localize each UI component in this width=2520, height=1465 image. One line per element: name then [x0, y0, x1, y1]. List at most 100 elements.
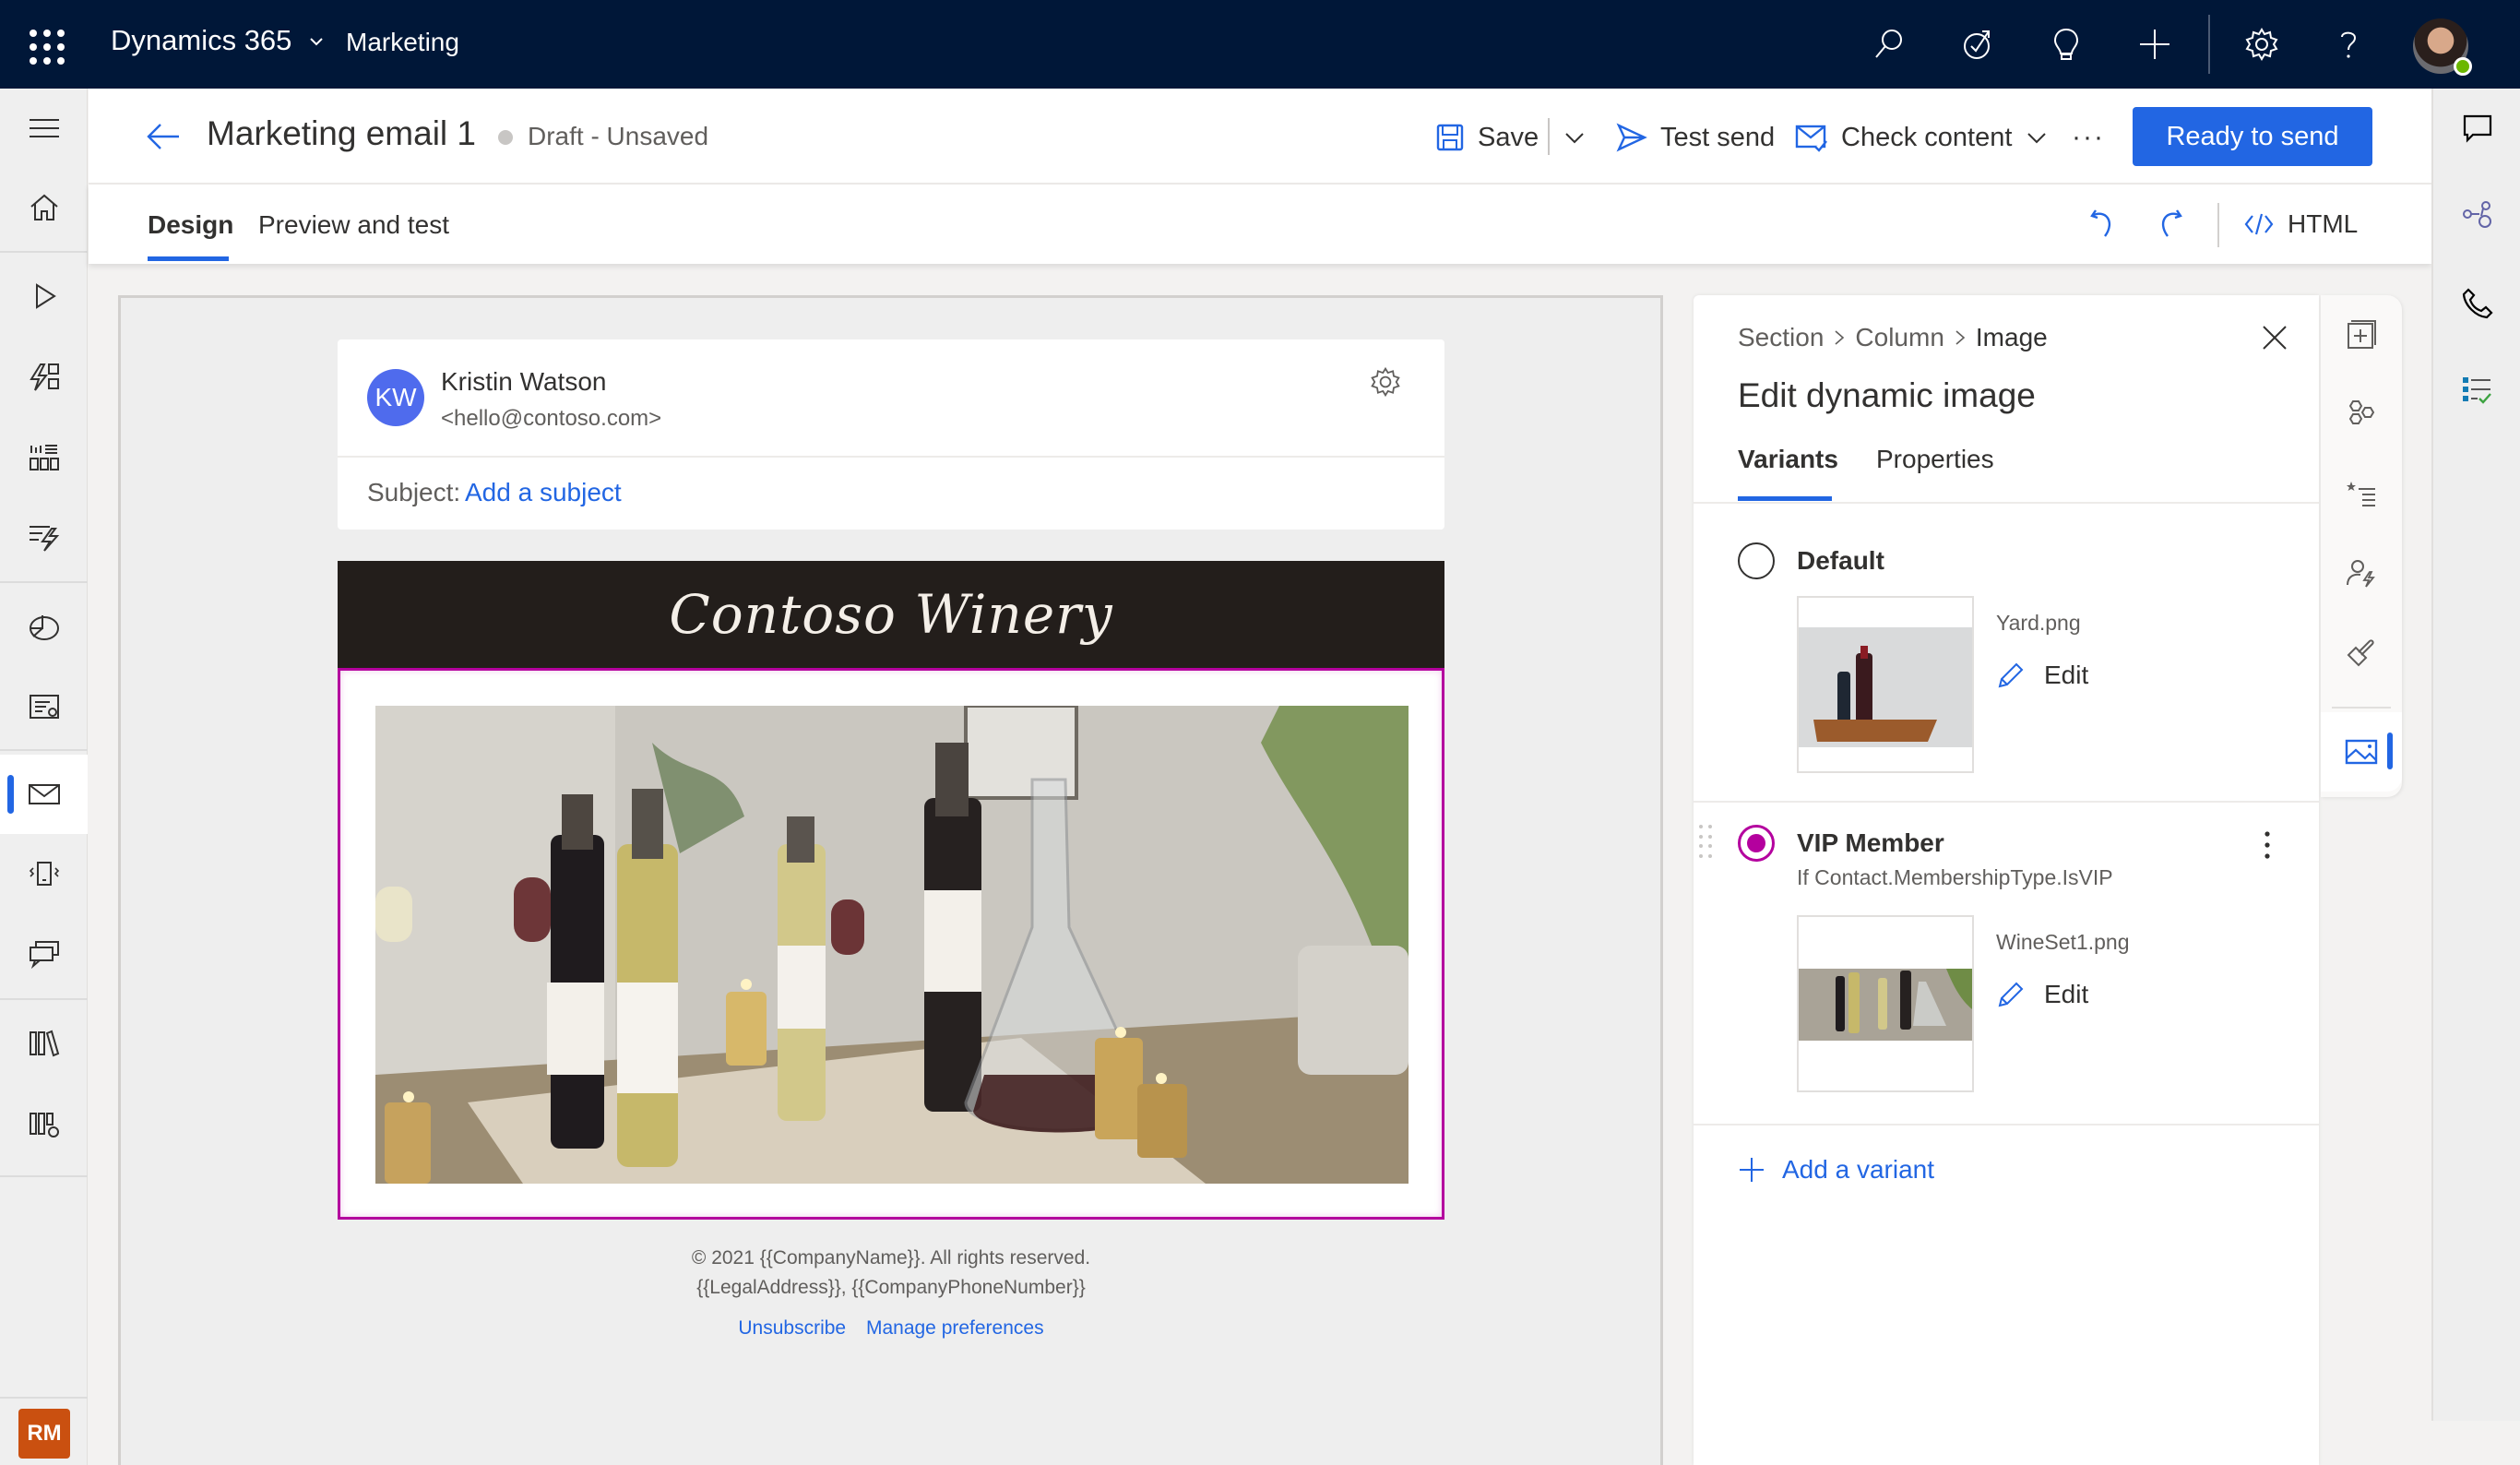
more-options-icon[interactable] [2256, 827, 2278, 864]
nav-emails[interactable] [0, 755, 88, 834]
connections-icon [2463, 201, 2491, 228]
html-view-button[interactable]: HTML [2243, 203, 2358, 245]
variant-thumbnail[interactable] [1797, 596, 1974, 773]
rail-styles[interactable] [2321, 613, 2402, 692]
redo-icon[interactable] [2151, 205, 2188, 242]
save-options-button[interactable] [1563, 114, 1587, 161]
library-icon [29, 1030, 59, 1057]
settings-icon[interactable] [1369, 365, 1402, 399]
plus-icon[interactable] [2133, 22, 2177, 66]
variant-edit-button[interactable]: Edit [1996, 661, 2088, 690]
chevron-right-icon [1835, 330, 1845, 345]
close-icon[interactable] [2258, 321, 2291, 354]
sender-avatar: KW [367, 369, 424, 426]
divider [1694, 1124, 2319, 1126]
test-send-button[interactable]: Test send [1616, 114, 1775, 161]
breadcrumb-section[interactable]: Section [1738, 323, 1824, 352]
back-arrow-icon[interactable] [144, 116, 184, 157]
play-icon [35, 283, 56, 309]
save-button[interactable]: Save [1435, 114, 1539, 161]
record-status: Draft - Unsaved [528, 122, 709, 150]
tab-design[interactable]: Design [148, 210, 233, 240]
email-header-card: KW Kristin Watson <hello@contoso.com> Su… [338, 339, 1444, 530]
nav-library[interactable] [0, 1004, 88, 1083]
drag-handle-icon[interactable] [1699, 825, 1718, 858]
lightbulb-icon[interactable] [2044, 22, 2088, 66]
asset-settings-icon [29, 1113, 59, 1137]
pencil-icon [1998, 662, 2024, 688]
nav-journeys[interactable] [0, 338, 88, 417]
nav-triggers[interactable] [0, 498, 88, 578]
image-icon [2345, 739, 2378, 765]
check-content-button[interactable]: Check content [1795, 114, 2049, 161]
nav-asset-settings[interactable] [0, 1085, 88, 1164]
email-banner[interactable]: Contoso Winery [338, 561, 1444, 668]
add-subject-link[interactable]: Add a subject [465, 478, 622, 507]
nav-segments[interactable] [0, 419, 88, 498]
chevron-down-icon [2027, 133, 2047, 144]
active-tab-indicator [148, 256, 229, 261]
nav-forms[interactable] [0, 668, 88, 747]
more-commands-button[interactable]: ··· [2072, 114, 2105, 161]
segments-icon [29, 445, 59, 470]
app-name[interactable]: Dynamics 365 [111, 24, 291, 57]
far-rail-connections[interactable] [2433, 175, 2520, 255]
tab-preview-and-test[interactable]: Preview and test [258, 210, 449, 240]
app-launcher-icon[interactable] [26, 26, 65, 65]
variant-edit-button[interactable]: Edit [1996, 980, 2088, 1009]
side-pane-rail [2431, 89, 2520, 1421]
variant-radio-vip[interactable] [1738, 825, 1775, 862]
divider [2332, 707, 2391, 709]
tab-properties[interactable]: Properties [1876, 445, 1994, 474]
search-icon[interactable] [1867, 22, 1911, 66]
divider [1548, 118, 1550, 155]
chevron-down-icon[interactable] [306, 31, 327, 52]
save-label: Save [1478, 122, 1539, 152]
rail-elements[interactable] [2321, 375, 2402, 454]
tab-variants[interactable]: Variants [1738, 445, 1838, 474]
nav-home[interactable] [0, 168, 88, 247]
nav-push-notifications[interactable] [0, 834, 88, 913]
nav-get-started[interactable] [0, 256, 88, 336]
chevron-down-icon [1565, 133, 1584, 144]
ready-to-send-button[interactable]: Ready to send [2133, 107, 2372, 166]
task-check-icon[interactable] [1955, 22, 2000, 66]
variant-radio-default[interactable] [1738, 542, 1775, 579]
check-content-icon [1795, 125, 1827, 152]
far-rail-phone[interactable] [2433, 264, 2520, 343]
settings-icon[interactable] [2240, 22, 2284, 66]
rail-dynamic-content[interactable] [2321, 533, 2402, 613]
variant-thumbnail[interactable] [1797, 915, 1974, 1092]
elements-icon [2348, 400, 2375, 424]
area-switcher-badge[interactable]: RM [18, 1409, 70, 1459]
variant-vip-member: VIP Member If Contact.MembershipType.IsV… [1694, 803, 2319, 1122]
dynamic-content-icon [2347, 560, 2375, 588]
variant-name: VIP Member [1797, 828, 1944, 857]
command-bar: Marketing email 1 Draft - Unsaved Save T… [89, 89, 2431, 185]
nav-text-messages[interactable] [0, 913, 88, 993]
footer-copyright: © 2021 {{CompanyName}}. All rights reser… [691, 1247, 1091, 1268]
check-content-label: Check content [1841, 122, 2013, 152]
nav-analytics[interactable] [0, 587, 88, 666]
sender-name: Kristin Watson [441, 367, 607, 396]
breadcrumb-column[interactable]: Column [1855, 323, 1943, 352]
rail-add-section[interactable] [2321, 295, 2402, 375]
module-name[interactable]: Marketing [346, 28, 459, 57]
rail-image[interactable] [2321, 712, 2402, 792]
far-rail-tasks[interactable] [2433, 351, 2520, 430]
top-app-bar: Dynamics 365 Marketing [0, 0, 2520, 89]
unsubscribe-link[interactable]: Unsubscribe [738, 1317, 846, 1339]
variant-file-name: WineSet1.png [1996, 930, 2130, 954]
nav-divider [0, 749, 88, 751]
undo-icon[interactable] [2085, 205, 2122, 242]
add-variant-label: Add a variant [1782, 1155, 1934, 1184]
rail-personalization[interactable] [2321, 454, 2402, 533]
dynamic-image-block[interactable] [338, 668, 1444, 1220]
add-variant-button[interactable]: Add a variant [1738, 1155, 1934, 1185]
nav-menu-toggle[interactable] [0, 89, 88, 168]
manage-preferences-link[interactable]: Manage preferences [866, 1317, 1044, 1339]
far-rail-chat[interactable] [2433, 89, 2520, 168]
help-icon[interactable] [2326, 22, 2371, 66]
presence-status-icon [2454, 57, 2472, 76]
journey-icon [29, 363, 59, 391]
